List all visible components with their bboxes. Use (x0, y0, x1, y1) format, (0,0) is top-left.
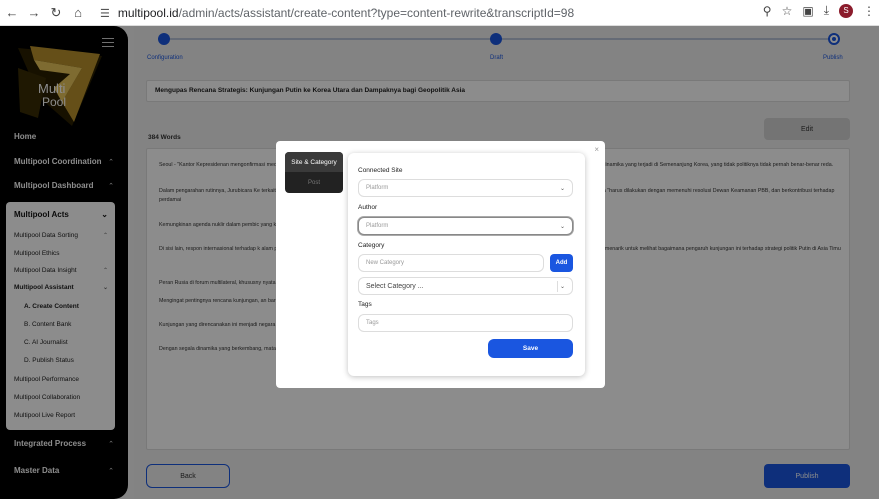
back-arrow-icon[interactable]: ← (2, 3, 22, 23)
download-icon[interactable]: ⤓ (824, 3, 829, 18)
site-info-icon[interactable]: ☰ (100, 7, 110, 20)
profile-avatar[interactable]: S (839, 3, 853, 18)
connected-site-label: Connected Site (358, 167, 403, 174)
author-select[interactable]: Platform ⌄ (358, 217, 573, 235)
tab-post[interactable]: Post (285, 173, 343, 193)
reload-icon[interactable]: ↻ (46, 3, 66, 23)
site-category-form: Connected Site Platform ⌄ Author Platfor… (348, 153, 585, 376)
author-label: Author (358, 204, 378, 211)
add-category-button[interactable]: Add (550, 254, 573, 272)
select-category-placeholder: Select Category ... (366, 282, 424, 290)
close-icon[interactable]: × (594, 145, 599, 154)
browser-toolbar: ← → ↻ ⌂ ☰ multipool.id/admin/acts/assist… (0, 0, 879, 26)
save-button[interactable]: Save (488, 339, 573, 358)
dropdown-separator (557, 281, 558, 292)
tags-placeholder: Tags (366, 320, 379, 326)
tags-label: Tags (358, 301, 372, 308)
tags-input[interactable]: Tags (358, 314, 573, 332)
bookmark-star-icon[interactable]: ☆ (782, 4, 793, 18)
address-bar[interactable]: ☰ multipool.id/admin/acts/assistant/crea… (100, 3, 780, 23)
modal-tabs: Site & Category Post (285, 152, 343, 193)
url-host: multipool.id (117, 6, 179, 20)
new-category-input[interactable]: New Category (358, 254, 544, 272)
forward-arrow-icon[interactable]: → (24, 3, 44, 23)
site-category-modal: × Site & Category Post Connected Site Pl… (276, 141, 605, 388)
category-label: Category (358, 242, 385, 249)
chevron-down-icon: ⌄ (559, 283, 565, 290)
tab-site-category[interactable]: Site & Category (285, 152, 343, 172)
chevron-down-icon: ⌄ (559, 185, 565, 192)
url-path: /admin/acts/assistant/create-content?typ… (178, 6, 575, 20)
connected-site-placeholder: Platform (366, 185, 389, 191)
extensions-icon[interactable]: ▣ (802, 4, 813, 18)
new-category-placeholder: New Category (366, 260, 405, 266)
select-category-dropdown[interactable]: Select Category ... ⌄ (358, 277, 573, 295)
author-placeholder: Platform (366, 223, 389, 229)
chevron-down-icon: ⌄ (559, 223, 565, 230)
home-icon[interactable]: ⌂ (68, 3, 88, 23)
zoom-icon[interactable]: ⚲ (763, 4, 772, 18)
more-menu-icon[interactable]: ⋮ (863, 4, 875, 18)
connected-site-select[interactable]: Platform ⌄ (358, 179, 573, 197)
